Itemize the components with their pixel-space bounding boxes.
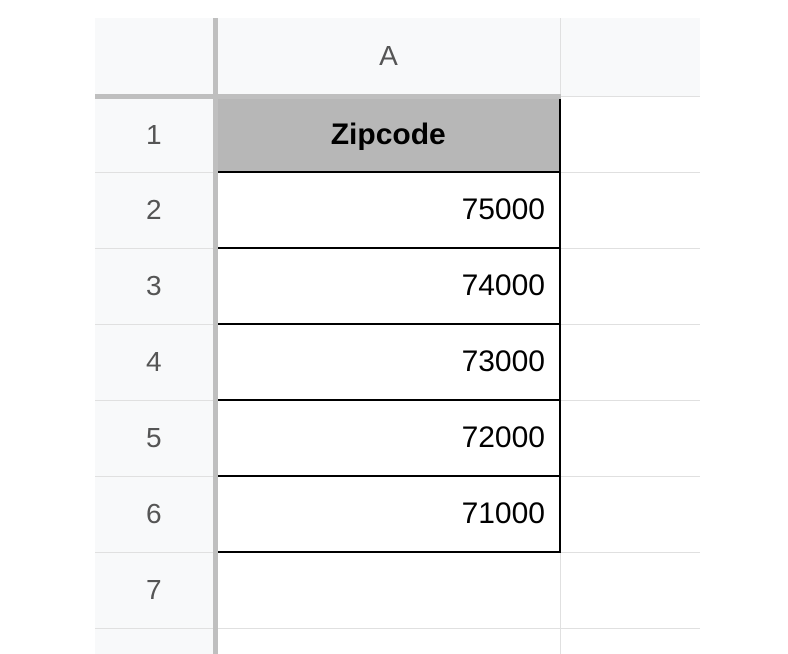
cell-B2[interactable] [560, 172, 700, 248]
row-header-7[interactable]: 7 [95, 552, 215, 628]
cell-B8[interactable] [560, 628, 700, 654]
cell-A2[interactable]: 75000 [215, 172, 560, 248]
row-2: 2 75000 [95, 172, 700, 248]
spreadsheet-grid[interactable]: A 1 Zipcode 2 75000 3 74000 4 73000 5 72… [95, 18, 700, 654]
cell-A4[interactable]: 73000 [215, 324, 560, 400]
row-5: 5 72000 [95, 400, 700, 476]
column-header-next[interactable] [560, 18, 700, 96]
row-6: 6 71000 [95, 476, 700, 552]
row-header-1[interactable]: 1 [95, 96, 215, 172]
cell-B4[interactable] [560, 324, 700, 400]
row-header-8[interactable] [95, 628, 215, 654]
cell-B6[interactable] [560, 476, 700, 552]
row-header-3[interactable]: 3 [95, 248, 215, 324]
row-7: 7 [95, 552, 700, 628]
cell-A6[interactable]: 71000 [215, 476, 560, 552]
cell-A5[interactable]: 72000 [215, 400, 560, 476]
column-header-row: A [95, 18, 700, 96]
row-header-4[interactable]: 4 [95, 324, 215, 400]
row-header-2[interactable]: 2 [95, 172, 215, 248]
row-4: 4 73000 [95, 324, 700, 400]
row-1: 1 Zipcode [95, 96, 700, 172]
cell-A1[interactable]: Zipcode [215, 96, 560, 172]
cell-A3[interactable]: 74000 [215, 248, 560, 324]
select-all-corner[interactable] [95, 18, 215, 96]
row-3: 3 74000 [95, 248, 700, 324]
cell-B3[interactable] [560, 248, 700, 324]
cell-A8[interactable] [215, 628, 560, 654]
cell-B5[interactable] [560, 400, 700, 476]
cell-B7[interactable] [560, 552, 700, 628]
row-header-5[interactable]: 5 [95, 400, 215, 476]
cell-A7[interactable] [215, 552, 560, 628]
row-header-6[interactable]: 6 [95, 476, 215, 552]
grid-table: A 1 Zipcode 2 75000 3 74000 4 73000 5 72… [95, 18, 700, 654]
cell-B1[interactable] [560, 96, 700, 172]
row-8-partial [95, 628, 700, 654]
column-header-A[interactable]: A [215, 18, 560, 96]
